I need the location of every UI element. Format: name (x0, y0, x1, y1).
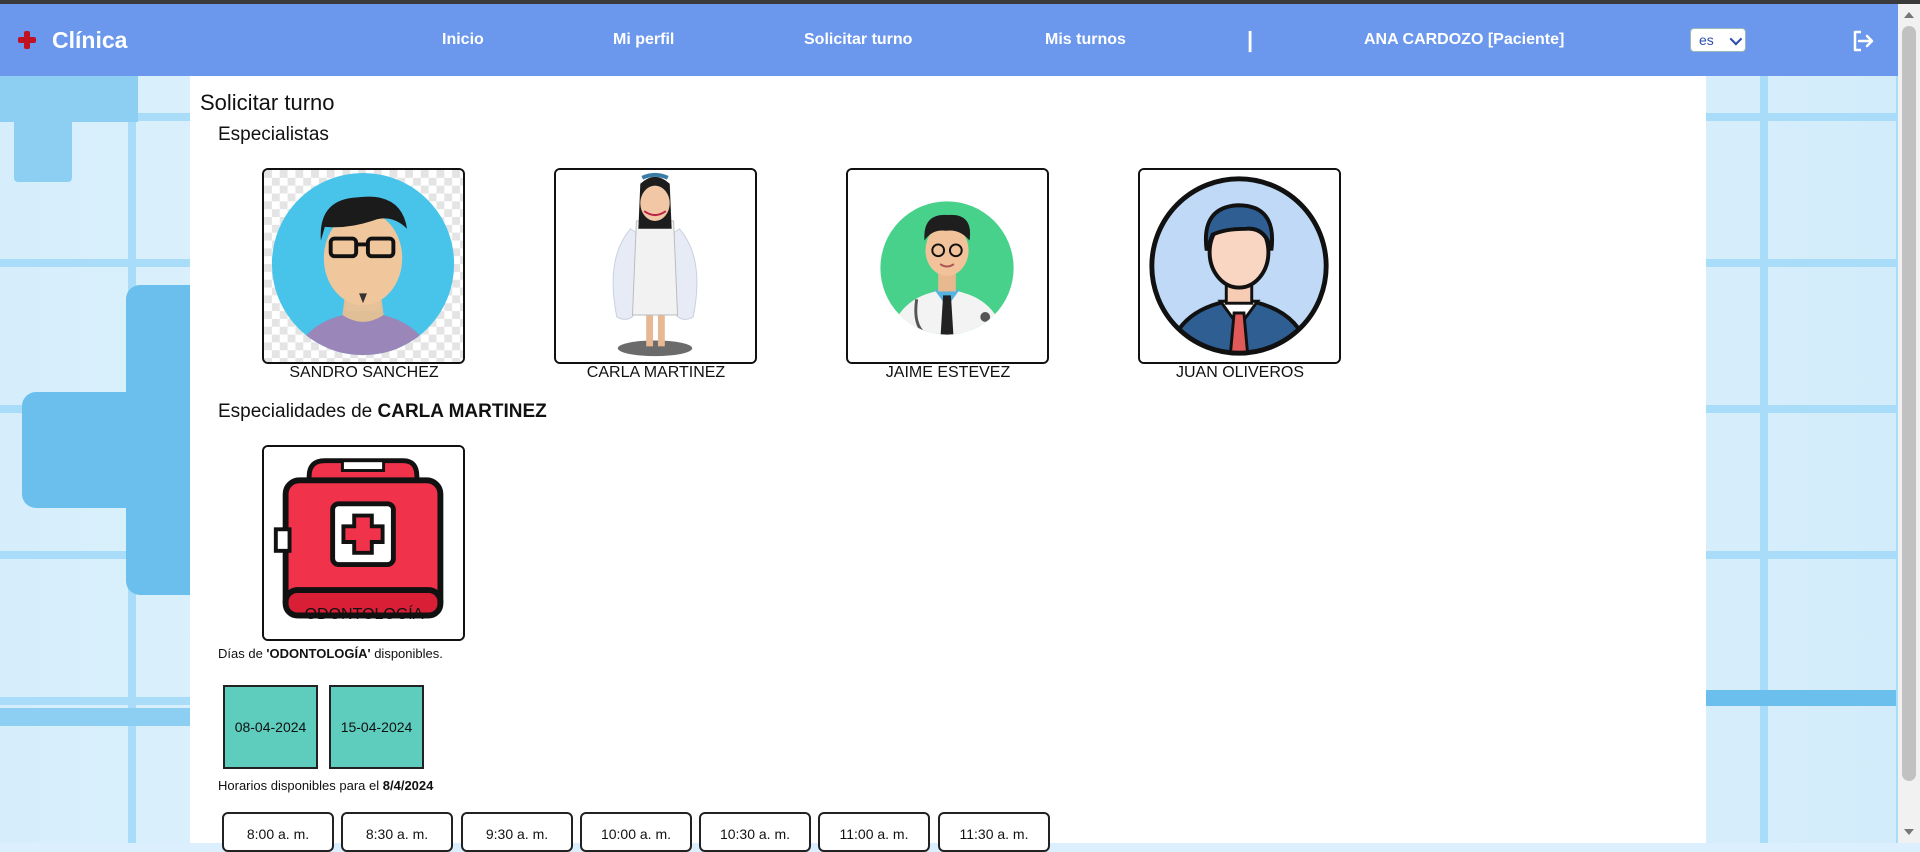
time-slot-button[interactable]: 11:30 a. m. (938, 812, 1050, 852)
chevron-down-icon (1729, 32, 1743, 45)
nav-separator: | (1247, 27, 1254, 52)
nav-link-inicio[interactable]: Inicio (442, 4, 484, 76)
specialist-card-juan-oliveros[interactable] (1138, 168, 1341, 364)
specialist-name: SANDRO SANCHEZ (289, 364, 439, 381)
specialist-card-carla-martinez[interactable] (554, 168, 757, 364)
avatar-businessman-icon (1140, 170, 1339, 362)
hours-caption: Horarios disponibles para el 8/4/2024 (218, 778, 433, 793)
specialist-name: JAIME ESTEVEZ (885, 364, 1011, 381)
bg-shape (0, 708, 190, 726)
navbar: Clínica Inicio Mi perfil Solicitar turno… (0, 4, 1898, 76)
hours-caption-prefix: Horarios disponibles para el (218, 778, 383, 793)
medical-cross-icon (18, 31, 36, 49)
nav-link-mi-perfil[interactable]: Mi perfil (613, 4, 674, 76)
days-caption-specialty: 'ODONTOLOGÍA' (266, 646, 371, 661)
bg-shape (1706, 690, 1896, 706)
brand-name: Clínica (52, 26, 128, 53)
brand[interactable]: Clínica (18, 4, 127, 76)
specialist-name: CARLA MARTINEZ (586, 364, 726, 381)
specialist-card-jaime-estevez[interactable] (846, 168, 1049, 364)
scroll-up-arrow-icon[interactable] (1904, 12, 1914, 18)
specialist-card-sandro-sanchez[interactable] (262, 168, 465, 364)
days-caption: Días de 'ODONTOLOGÍA' disponibles. (218, 646, 443, 661)
selected-doctor-name: CARLA MARTINEZ (377, 401, 547, 422)
user-name: ANA CARDOZO [Paciente] (1364, 31, 1565, 48)
days-caption-suffix: disponibles. (370, 646, 443, 661)
time-slot-button[interactable]: 10:00 a. m. (580, 812, 692, 852)
hours-caption-date: 8/4/2024 (382, 778, 434, 793)
scroll-down-arrow-icon[interactable] (1904, 829, 1914, 835)
logout-icon[interactable] (1850, 28, 1876, 54)
avatar-doctor-woman-icon (556, 170, 755, 362)
specialties-heading: Especialidades de CARLA MARTINEZ (218, 401, 547, 423)
time-slot-button[interactable]: 10:30 a. m. (699, 812, 811, 852)
language-select[interactable]: es (1690, 28, 1746, 52)
specialty-name: ODONTOLOGÍA (304, 606, 424, 623)
days-caption-prefix: Días de (218, 646, 267, 661)
time-slot-button[interactable]: 9:30 a. m. (461, 812, 573, 852)
specialties-heading-prefix: Especialidades de (218, 401, 378, 422)
time-slot-button[interactable]: 8:00 a. m. (222, 812, 334, 852)
time-slot-button[interactable]: 11:00 a. m. (818, 812, 930, 852)
day-button[interactable]: 08-04-2024 (223, 685, 318, 769)
avatar-glasses-man-icon (264, 170, 463, 362)
specialists-heading: Especialistas (218, 124, 329, 145)
bg-shape (14, 96, 72, 182)
nav-link-mis-turnos[interactable]: Mis turnos (1045, 4, 1126, 76)
main-panel: Solicitar turno Especialistas SANDRO SAN… (190, 76, 1706, 852)
scrollbar[interactable] (1898, 4, 1920, 843)
page-title: Solicitar turno (200, 90, 335, 115)
language-value: es (1699, 32, 1714, 48)
specialist-name: JUAN OLIVEROS (1175, 364, 1305, 381)
window-top-border (0, 0, 1920, 4)
scrollbar-thumb[interactable] (1902, 26, 1916, 781)
nav-link-solicitar-turno[interactable]: Solicitar turno (804, 4, 912, 76)
avatar-doctor-man-icon (848, 170, 1047, 362)
time-slot-button[interactable]: 8:30 a. m. (341, 812, 453, 852)
day-button[interactable]: 15-04-2024 (329, 685, 424, 769)
